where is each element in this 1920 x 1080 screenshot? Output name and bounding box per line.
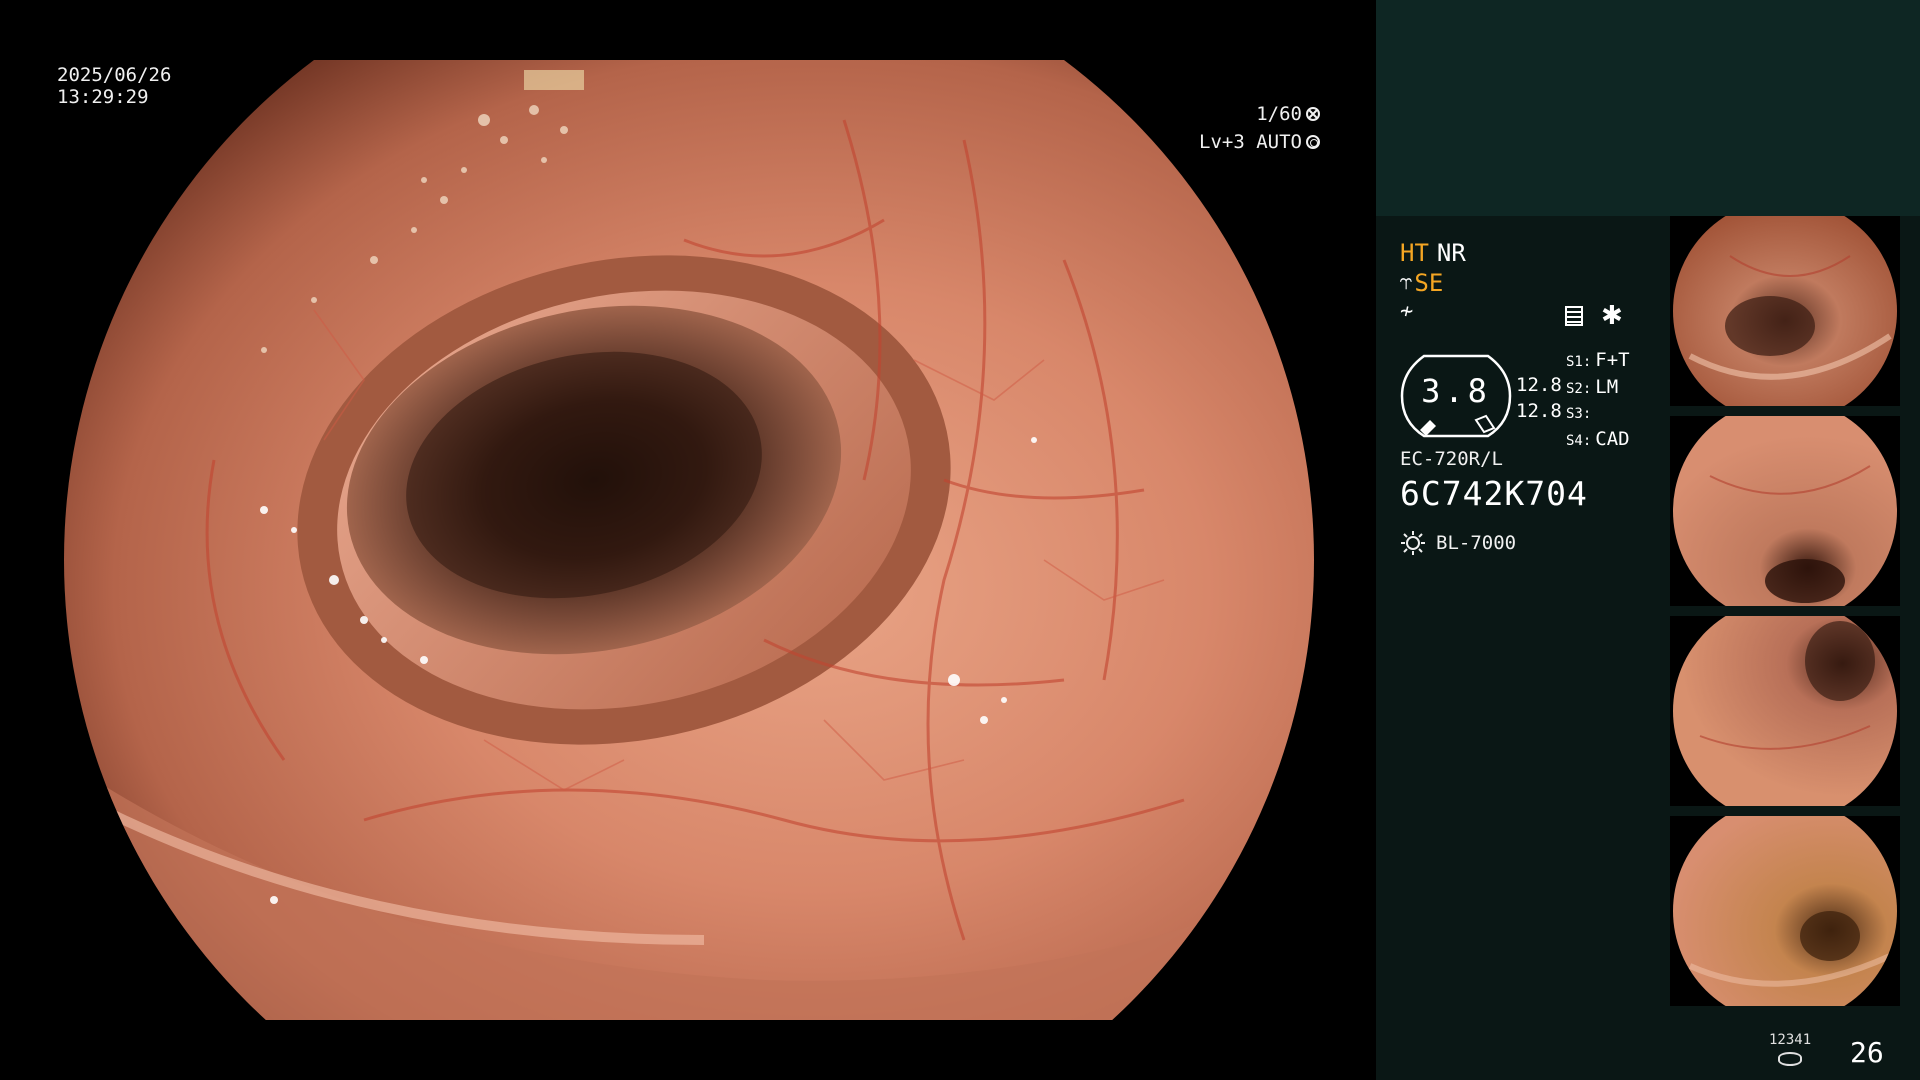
endoscopic-view bbox=[64, 60, 1314, 1020]
switch-settings: S1: F+T S2: LM S3: S4: CAD bbox=[1566, 348, 1630, 454]
light-source: BL-7000 bbox=[1400, 530, 1516, 556]
gauge-num-top: 12.8 bbox=[1516, 374, 1562, 396]
asterisk-icon: ✱ bbox=[1601, 301, 1623, 331]
date-text: 2025/06/26 bbox=[57, 64, 172, 86]
scope-model: EC-720R/L bbox=[1400, 448, 1503, 470]
setting-s3: S3: bbox=[1566, 402, 1630, 427]
setting-key: S1: bbox=[1566, 354, 1592, 370]
footer-info: 12341 26 bbox=[1376, 1030, 1920, 1080]
level-auto-text: Lv+3 AUTO bbox=[1199, 131, 1302, 153]
frame-number: 26 bbox=[1850, 1036, 1884, 1069]
setting-key: S3: bbox=[1566, 406, 1592, 422]
mode-status: HT NR ⥾ SE ≁ bbox=[1400, 238, 1466, 326]
setting-s4: S4: CAD bbox=[1566, 427, 1630, 454]
setting-key: S2: bbox=[1566, 381, 1592, 397]
setting-s1: S1: F+T bbox=[1566, 348, 1630, 375]
filter-icon: ≁ bbox=[1400, 299, 1414, 324]
gauge-num-bottom: 12.8 bbox=[1516, 400, 1562, 422]
thumbnail-3[interactable] bbox=[1670, 616, 1900, 816]
scope-serial: 6C742K704 bbox=[1400, 474, 1588, 513]
thumbnail-4[interactable] bbox=[1670, 816, 1900, 1016]
setting-key: S4: bbox=[1566, 433, 1592, 449]
exposure-overlay: 1/60 Lv+3 AUTO bbox=[1199, 100, 1320, 156]
aperture-icon bbox=[1306, 107, 1320, 121]
enhancement-icon: ⥾ bbox=[1400, 270, 1413, 295]
info-panel: HT NR ⥾ SE ≁ ✱ 3.8 12.8 12.8 S1: F+T S2:… bbox=[1376, 0, 1920, 1080]
nr-indicator: NR bbox=[1436, 239, 1466, 267]
datetime-overlay: 2025/06/26 13:29:29 bbox=[57, 64, 171, 108]
gauge-value: 3.8 bbox=[1421, 372, 1491, 410]
setting-s2: S2: LM bbox=[1566, 375, 1630, 402]
shutter-text: 1/60 bbox=[1256, 103, 1302, 125]
thumbnail-2[interactable] bbox=[1670, 416, 1900, 616]
gauge: 3.8 bbox=[1400, 352, 1512, 440]
image-count: 12341 bbox=[1769, 1032, 1812, 1048]
se-indicator: SE bbox=[1414, 269, 1444, 297]
thumbnail-strip bbox=[1670, 216, 1900, 1016]
document-icon bbox=[1565, 306, 1583, 326]
gauge-numbers: 12.8 12.8 bbox=[1516, 372, 1562, 424]
auto-exposure-icon bbox=[1306, 135, 1320, 149]
endoscopy-screen: 2025/06/26 13:29:29 1/60 Lv+3 AUTO HT NR … bbox=[0, 0, 1920, 1080]
setting-value: F+T bbox=[1595, 349, 1630, 371]
time-text: 13:29:29 bbox=[57, 86, 149, 108]
disk-icon bbox=[1778, 1052, 1802, 1066]
light-icon bbox=[1401, 531, 1425, 555]
misc-icons: ✱ bbox=[1565, 301, 1623, 331]
setting-value: LM bbox=[1595, 376, 1619, 398]
thumbnail-1[interactable] bbox=[1670, 216, 1900, 416]
ht-indicator: HT bbox=[1400, 239, 1429, 267]
light-source-text: BL-7000 bbox=[1436, 532, 1517, 554]
setting-value: CAD bbox=[1595, 428, 1630, 450]
panel-header-area bbox=[1376, 0, 1920, 216]
